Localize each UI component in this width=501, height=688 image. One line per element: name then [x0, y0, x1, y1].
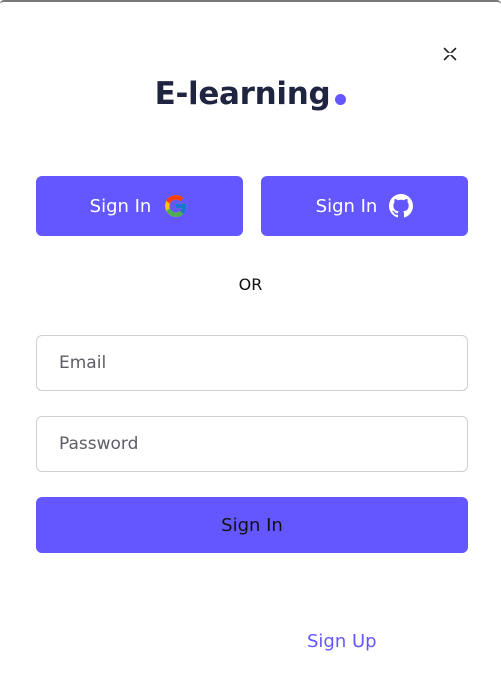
brand-name: E-learning — [154, 76, 331, 112]
github-icon — [389, 194, 414, 218]
email-field[interactable] — [36, 335, 468, 391]
or-divider: OR — [238, 275, 263, 294]
github-sign-in-label: Sign In — [315, 195, 378, 217]
google-sign-in-label: Sign In — [89, 195, 152, 217]
brand-logo: E-learning — [0, 76, 501, 112]
close-button[interactable] — [438, 42, 462, 66]
sign-in-button-label: Sign In — [221, 514, 283, 536]
sign-in-modal: E-learning Sign In Sign In OR Sign In Si… — [0, 0, 501, 688]
sign-in-button[interactable]: Sign In — [36, 497, 468, 553]
brand-dot — [335, 94, 347, 105]
google-sign-in-button[interactable]: Sign In — [36, 176, 243, 236]
github-sign-in-button[interactable]: Sign In — [261, 176, 468, 236]
google-icon — [165, 195, 188, 217]
sign-up-link[interactable]: Sign Up — [307, 631, 377, 652]
password-field[interactable] — [36, 416, 468, 472]
close-icon — [443, 47, 457, 61]
